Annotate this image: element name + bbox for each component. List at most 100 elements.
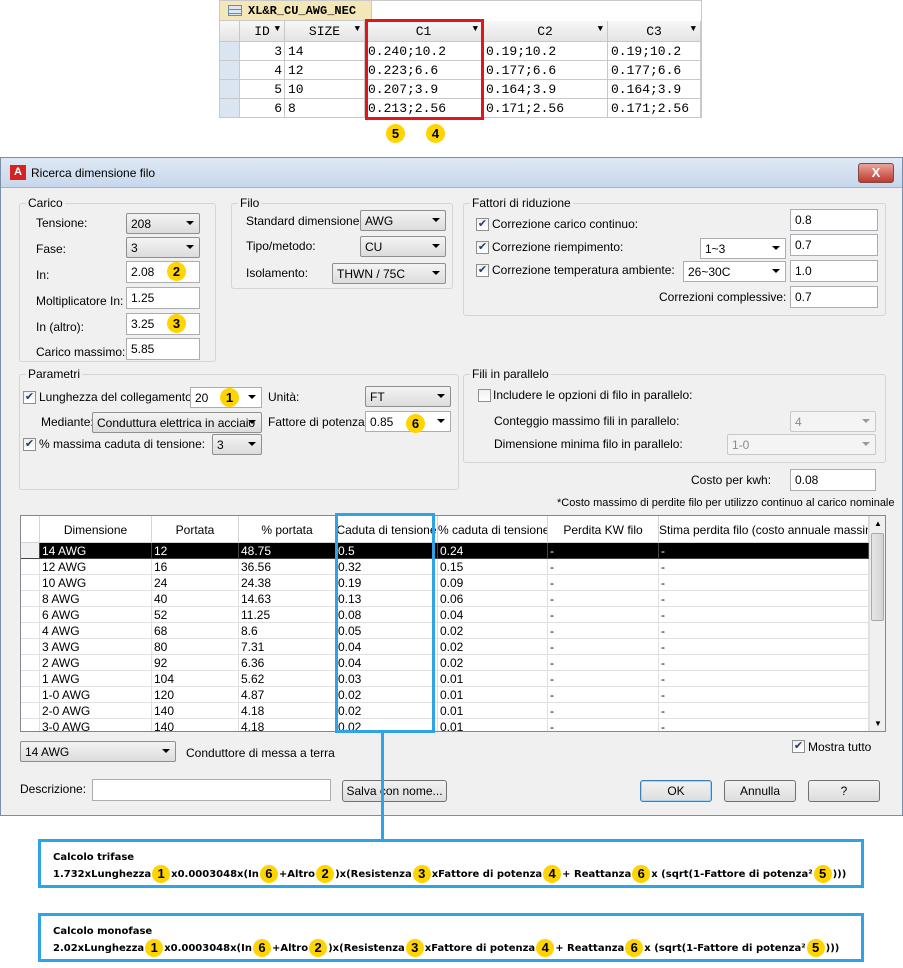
moltiplicatore-field[interactable]: 1.25: [126, 287, 200, 309]
chevron-down-icon: [432, 244, 440, 248]
column-header-c2[interactable]: C2 ▼: [483, 21, 608, 42]
cell-c2[interactable]: 0.171;2.56: [483, 99, 608, 118]
cell-size[interactable]: 14: [285, 42, 365, 61]
carico-continuo-checkbox[interactable]: ✔: [476, 218, 489, 231]
conteggio-select[interactable]: 4: [790, 411, 876, 432]
cell-id[interactable]: 5: [240, 80, 285, 99]
carico-massimo-label: Carico massimo:: [36, 345, 126, 359]
lunghezza-label: Lunghezza del collegamento:: [39, 390, 196, 404]
tensione-select[interactable]: 208: [126, 213, 200, 234]
riempimento-field[interactable]: 0.7: [790, 234, 878, 256]
chevron-down-icon: [437, 394, 445, 398]
temperatura-label: Correzione temperatura ambiente:: [492, 263, 675, 277]
messa-a-terra-select[interactable]: 14 AWG: [20, 741, 176, 762]
messa-a-terra-label: Conduttore di messa a terra: [186, 746, 335, 760]
standard-dimensione-select[interactable]: AWG: [360, 210, 446, 231]
cell-c3[interactable]: 0.19;10.2: [608, 42, 701, 61]
row-selector[interactable]: [220, 80, 240, 99]
cell-size[interactable]: 10: [285, 80, 365, 99]
cell-size[interactable]: 12: [285, 61, 365, 80]
results-grid[interactable]: Dimensione Portata % portata Caduta di t…: [20, 515, 886, 732]
salva-con-nome-button[interactable]: Salva con nome...: [342, 780, 447, 802]
badge-4: 4: [543, 865, 562, 883]
tipo-metodo-label: Tipo/metodo:: [246, 239, 316, 253]
paralleli-checkbox[interactable]: [478, 389, 491, 402]
cell-c3[interactable]: 0.177;6.6: [608, 61, 701, 80]
scroll-thumb[interactable]: [871, 533, 884, 621]
riempimento-label: Correzione riempimento:: [492, 240, 624, 254]
standard-dimensione-label: Standard dimensione:: [246, 214, 363, 228]
moltiplicatore-label: Moltiplicatore In:: [36, 294, 124, 308]
grid-header-percent-caduta[interactable]: % caduta di tensione: [438, 516, 548, 543]
caduta-select[interactable]: 3: [212, 434, 262, 455]
sort-arrow-icon[interactable]: ▼: [691, 24, 696, 34]
sort-arrow-icon[interactable]: ▼: [598, 24, 603, 34]
chevron-down-icon: [248, 442, 256, 446]
unita-select[interactable]: FT: [365, 386, 451, 407]
dimensione-minima-select[interactable]: 1-0: [727, 434, 876, 455]
column-header-size[interactable]: SIZE ▼: [285, 21, 365, 42]
close-button[interactable]: X: [858, 163, 894, 183]
mediante-select[interactable]: Conduttura elettrica in acciaio: [92, 412, 262, 433]
chevron-down-icon: [772, 246, 780, 250]
cell-id[interactable]: 3: [240, 42, 285, 61]
cell-size[interactable]: 8: [285, 99, 365, 118]
title-bar[interactable]: A Ricerca dimensione filo X: [1, 158, 902, 188]
ok-button[interactable]: OK: [640, 780, 712, 802]
row-selector-header[interactable]: [220, 21, 240, 42]
correzioni-complessive-field[interactable]: 0.7: [790, 286, 878, 308]
grid-header-stima-perdita[interactable]: Stima perdita filo (costo annuale massim…: [659, 516, 869, 543]
badge-5: 5: [813, 865, 832, 883]
carico-continuo-field[interactable]: 0.8: [790, 209, 878, 231]
table-tab[interactable]: XL&R_CU_AWG_NEC: [220, 1, 372, 21]
badge-5: 5: [386, 124, 405, 143]
descrizione-field[interactable]: [92, 779, 331, 801]
mostra-tutto-checkbox[interactable]: ✔: [792, 740, 805, 753]
conteggio-label: Conteggio massimo fili in parallelo:: [494, 414, 680, 428]
tipo-metodo-select[interactable]: CU: [360, 236, 446, 257]
help-button[interactable]: ?: [808, 780, 880, 802]
column-header-c3[interactable]: C3 ▼: [608, 21, 701, 42]
scroll-down-icon[interactable]: ▼: [874, 719, 882, 728]
badge-2: 2: [167, 262, 186, 281]
wire-size-dialog: A Ricerca dimensione filo X Carico Tensi…: [0, 157, 903, 816]
temperatura-field[interactable]: 1.0: [790, 260, 878, 282]
scroll-up-icon[interactable]: ▲: [874, 519, 882, 528]
riempimento-checkbox[interactable]: ✔: [476, 241, 489, 254]
grid-header-perdita-kw[interactable]: Perdita KW filo: [548, 516, 659, 543]
badge-5: 5: [806, 939, 825, 957]
grid-header-portata[interactable]: Portata: [152, 516, 239, 543]
row-selector[interactable]: [220, 99, 240, 118]
fase-select[interactable]: 3: [126, 237, 200, 258]
cell-c3[interactable]: 0.171;2.56: [608, 99, 701, 118]
row-selector[interactable]: [220, 61, 240, 80]
cell-c2[interactable]: 0.19;10.2: [483, 42, 608, 61]
cell-id[interactable]: 4: [240, 61, 285, 80]
annulla-button[interactable]: Annulla: [724, 780, 796, 802]
descrizione-label: Descrizione:: [20, 782, 87, 796]
costo-kwh-field[interactable]: 0.08: [790, 469, 876, 491]
grid-header-dimensione[interactable]: Dimensione: [40, 516, 152, 543]
caduta-checkbox[interactable]: ✔: [23, 438, 36, 451]
chevron-down-icon: [248, 395, 256, 399]
temperatura-checkbox[interactable]: ✔: [476, 264, 489, 277]
cell-id[interactable]: 6: [240, 99, 285, 118]
autocad-logo-icon: A: [10, 165, 26, 180]
c1-highlight-box: [365, 19, 484, 120]
column-header-id[interactable]: ID ▼: [240, 21, 285, 42]
temperatura-select[interactable]: 26~30C: [683, 261, 786, 282]
lunghezza-checkbox[interactable]: ✔: [23, 391, 36, 404]
carico-massimo-field[interactable]: 5.85: [126, 338, 200, 360]
in-field[interactable]: 2.08: [126, 261, 200, 283]
in-altro-field[interactable]: 3.25: [126, 313, 200, 335]
sort-arrow-icon[interactable]: ▼: [275, 24, 280, 34]
grid-header-percent-portata[interactable]: % portata: [239, 516, 336, 543]
badge-3: 3: [167, 314, 186, 333]
isolamento-select[interactable]: THWN / 75C: [332, 263, 446, 284]
cell-c2[interactable]: 0.177;6.6: [483, 61, 608, 80]
cell-c3[interactable]: 0.164;3.9: [608, 80, 701, 99]
riempimento-select[interactable]: 1~3: [700, 238, 786, 259]
row-selector[interactable]: [220, 42, 240, 61]
cell-c2[interactable]: 0.164;3.9: [483, 80, 608, 99]
sort-arrow-icon[interactable]: ▼: [355, 24, 360, 34]
